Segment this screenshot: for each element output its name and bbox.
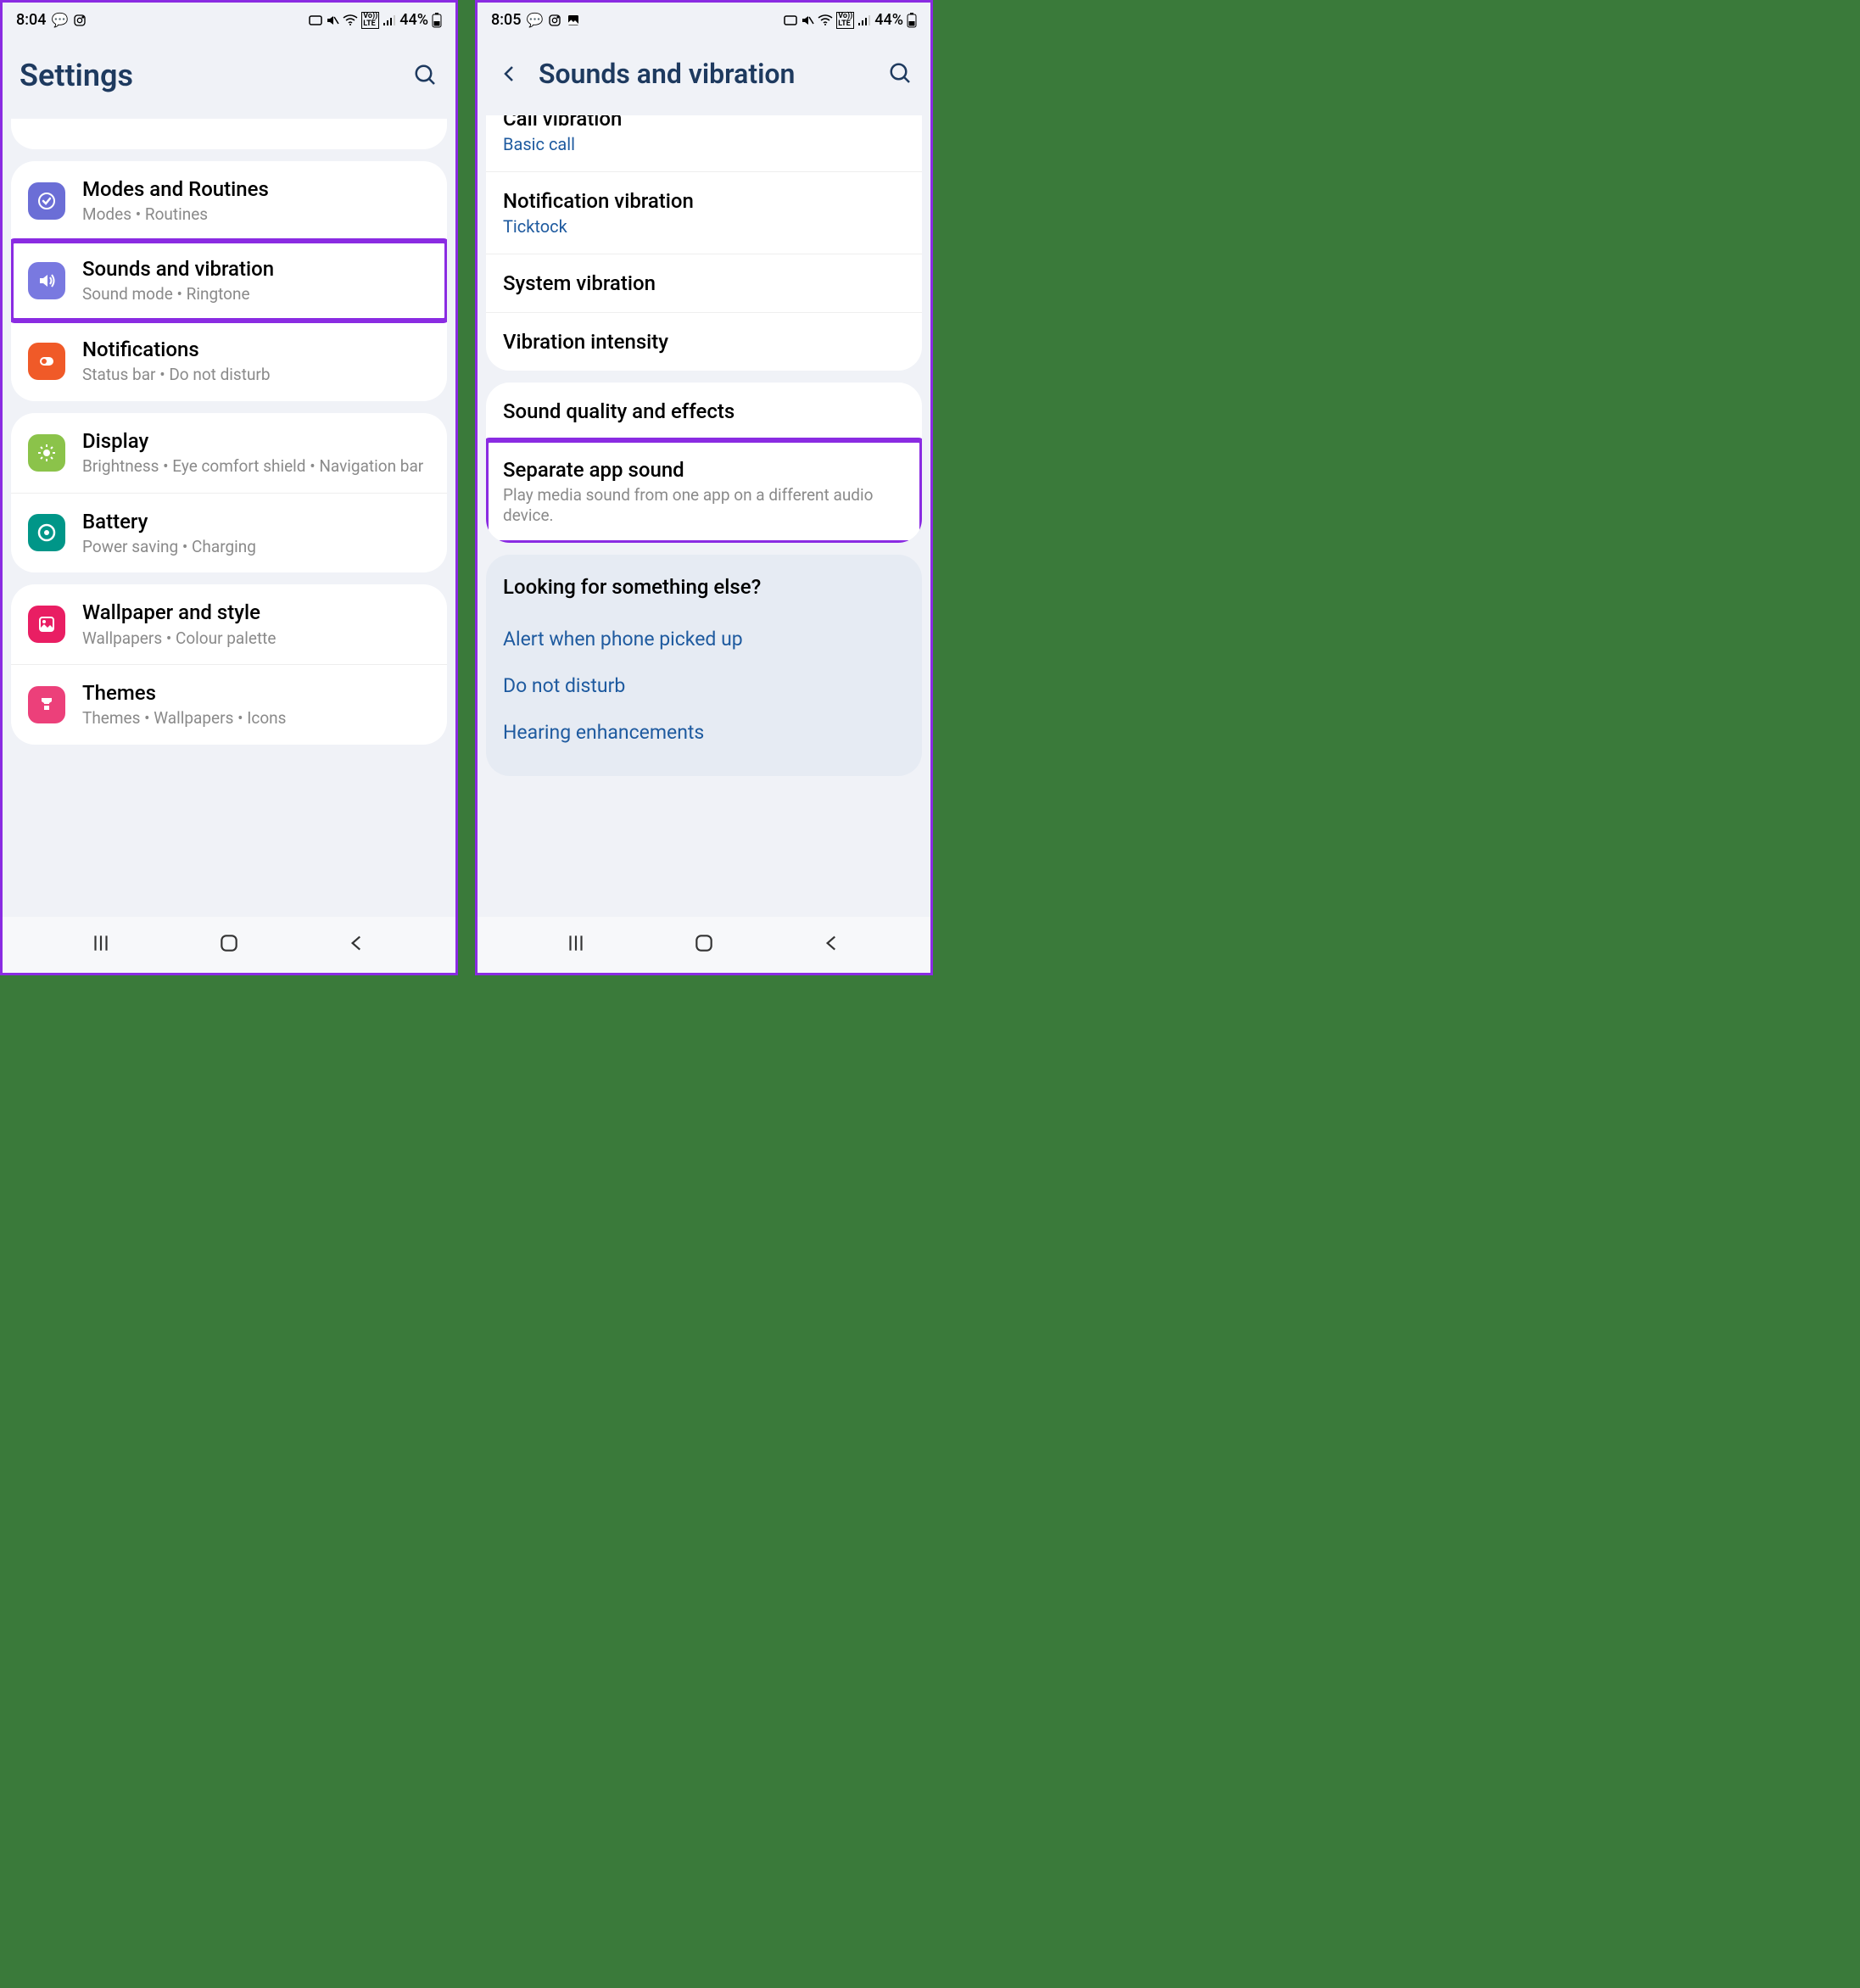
row-title: Notification vibration — [503, 189, 905, 213]
page-title: Sounds and vibration — [539, 58, 795, 90]
back-button[interactable] — [821, 932, 843, 954]
header: Sounds and vibration — [478, 32, 930, 115]
battery-percent: 44% — [399, 11, 428, 29]
signal-icon — [857, 14, 871, 26]
row-separate-app-sound[interactable]: Separate app sound Play media sound from… — [486, 440, 922, 543]
row-sub: Modes • Routines — [82, 204, 430, 226]
row-sub: Wallpapers • Colour palette — [82, 628, 430, 650]
wallpaper-icon — [28, 606, 65, 643]
volte-icon: Vo))LTE — [836, 12, 854, 29]
back-button[interactable] — [346, 932, 368, 954]
instagram-icon — [548, 14, 561, 27]
card-icon — [309, 14, 322, 26]
mute-icon — [801, 14, 814, 26]
row-title: Modes and Routines — [82, 176, 430, 203]
row-sub: Sound mode • Ringtone — [82, 284, 430, 305]
status-bar: 8:05 💬 Vo))LTE 44% — [478, 3, 930, 32]
row-title: Separate app sound — [503, 458, 905, 482]
status-time: 8:05 — [491, 11, 521, 29]
notifications-icon — [28, 343, 65, 380]
battery-percent: 44% — [874, 11, 903, 29]
row-sound-quality[interactable]: Sound quality and effects — [486, 383, 922, 440]
row-call-vibration[interactable]: Call vibration Basic call — [486, 115, 922, 171]
row-title: Themes — [82, 680, 430, 706]
status-right: Vo))LTE 44% — [309, 11, 442, 29]
nav-bar — [3, 917, 455, 973]
row-battery[interactable]: Battery Power saving • Charging — [11, 493, 447, 573]
sounds-list[interactable]: Call vibration Basic call Notification v… — [478, 115, 930, 917]
display-icon — [28, 434, 65, 472]
wifi-icon — [818, 14, 833, 26]
battery-row-icon — [28, 514, 65, 551]
status-right: Vo))LTE 44% — [784, 11, 917, 29]
row-title: Battery — [82, 509, 430, 535]
battery-icon — [907, 13, 917, 28]
header: Settings — [3, 32, 455, 119]
settings-group-3: Wallpaper and style Wallpapers • Colour … — [11, 584, 447, 745]
gallery-icon — [567, 14, 580, 27]
signal-icon — [383, 14, 396, 26]
row-title: Call vibration — [503, 115, 905, 131]
row-title: Vibration intensity — [503, 330, 905, 354]
row-title: Sound quality and effects — [503, 399, 905, 423]
settings-group-1: Modes and Routines Modes • Routines Soun… — [11, 161, 447, 401]
settings-list[interactable]: Modes and Routines Modes • Routines Soun… — [3, 119, 455, 917]
row-system-vibration[interactable]: System vibration — [486, 254, 922, 312]
sound-effects-group: Sound quality and effects Separate app s… — [486, 383, 922, 543]
link-do-not-disturb[interactable]: Do not disturb — [503, 662, 905, 709]
nav-bar — [478, 917, 930, 973]
row-value: Ticktock — [503, 216, 905, 237]
vibration-group: Call vibration Basic call Notification v… — [486, 115, 922, 371]
phone-sounds: 8:05 💬 Vo))LTE 44% Sounds and vibration — [475, 0, 933, 975]
looking-for-card: Looking for something else? Alert when p… — [486, 555, 922, 776]
status-time: 8:04 — [16, 11, 46, 29]
recents-button[interactable] — [565, 932, 587, 954]
row-display[interactable]: Display Brightness • Eye comfort shield … — [11, 413, 447, 493]
recents-button[interactable] — [90, 932, 112, 954]
themes-icon — [28, 686, 65, 723]
instagram-icon — [73, 14, 87, 27]
row-modes[interactable]: Modes and Routines Modes • Routines — [11, 161, 447, 241]
row-title: Display — [82, 428, 430, 455]
row-notifications[interactable]: Notifications Status bar • Do not distur… — [11, 321, 447, 401]
volte-icon: Vo))LTE — [361, 12, 379, 29]
wifi-icon — [343, 14, 358, 26]
home-button[interactable] — [218, 932, 240, 954]
partial-card — [11, 119, 447, 149]
row-wallpaper[interactable]: Wallpaper and style Wallpapers • Colour … — [11, 584, 447, 664]
card-icon — [784, 14, 797, 26]
settings-group-2: Display Brightness • Eye comfort shield … — [11, 413, 447, 573]
chat-icon: 💬 — [526, 12, 543, 28]
row-vibration-intensity[interactable]: Vibration intensity — [486, 312, 922, 371]
mute-icon — [326, 14, 339, 26]
row-sounds[interactable]: Sounds and vibration Sound mode • Ringto… — [11, 241, 447, 321]
status-bar: 8:04 💬 Vo))LTE 44% — [3, 3, 455, 32]
battery-icon — [432, 13, 442, 28]
row-title: Notifications — [82, 337, 430, 363]
link-alert-picked-up[interactable]: Alert when phone picked up — [503, 616, 905, 662]
page-title: Settings — [20, 58, 133, 93]
speaker-icon — [28, 262, 65, 299]
back-arrow[interactable] — [494, 64, 525, 84]
row-title: Sounds and vibration — [82, 256, 430, 282]
row-sub: Play media sound from one app on a diffe… — [503, 485, 905, 526]
modes-icon — [28, 182, 65, 220]
row-themes[interactable]: Themes Themes • Wallpapers • Icons — [11, 664, 447, 745]
row-value: Basic call — [503, 134, 905, 154]
row-sub: Themes • Wallpapers • Icons — [82, 708, 430, 729]
link-hearing-enhancements[interactable]: Hearing enhancements — [503, 709, 905, 756]
footer-title: Looking for something else? — [503, 575, 905, 599]
search-button[interactable] — [413, 63, 438, 88]
row-notif-vibration[interactable]: Notification vibration Ticktock — [486, 171, 922, 254]
row-title: Wallpaper and style — [82, 600, 430, 626]
phone-settings: 8:04 💬 Vo))LTE 44% Settings — [0, 0, 458, 975]
row-sub: Power saving • Charging — [82, 537, 430, 558]
row-title: System vibration — [503, 271, 905, 295]
chat-icon: 💬 — [51, 12, 68, 28]
row-sub: Brightness • Eye comfort shield • Naviga… — [82, 456, 430, 477]
search-button[interactable] — [888, 61, 913, 87]
row-sub: Status bar • Do not disturb — [82, 365, 430, 386]
home-button[interactable] — [693, 932, 715, 954]
